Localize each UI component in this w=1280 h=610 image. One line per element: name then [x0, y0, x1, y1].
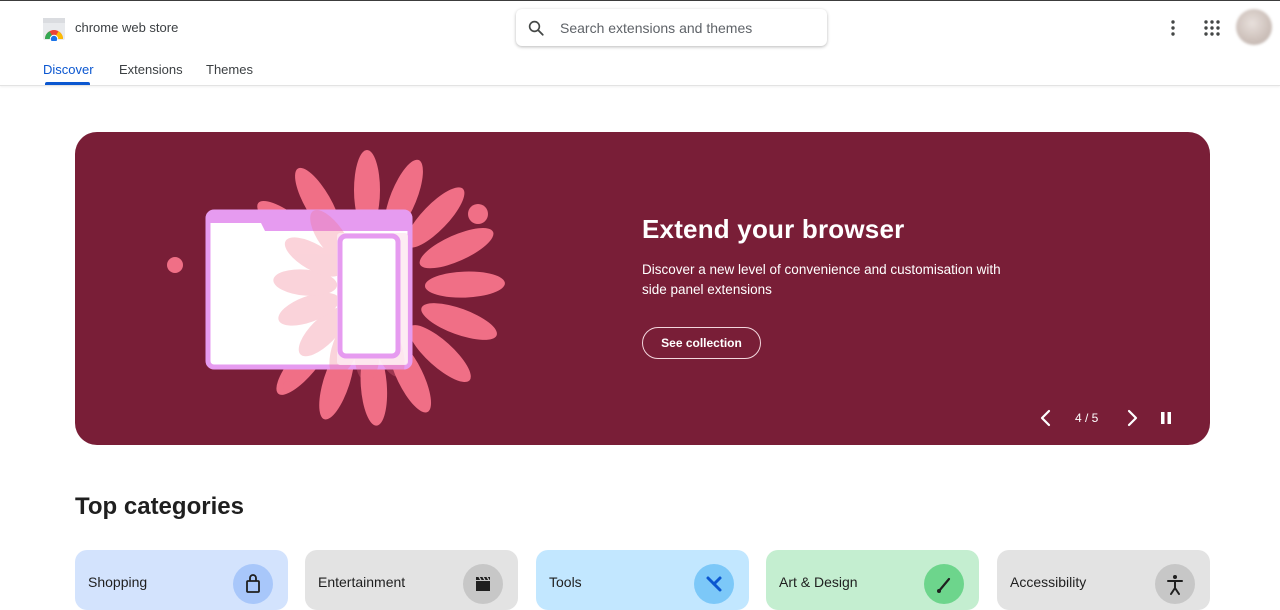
hero-description: Discover a new level of convenience and … [642, 262, 1001, 297]
pause-icon[interactable] [1158, 409, 1174, 427]
category-card-shopping[interactable]: Shopping [75, 550, 288, 610]
side-panel-illustration [167, 150, 505, 426]
search-icon [528, 20, 544, 36]
category-card-entertainment[interactable]: Entertainment [305, 550, 518, 610]
google-apps-icon[interactable] [1202, 18, 1222, 38]
carousel-counter: 4 / 5 [1075, 411, 1099, 425]
chrome-web-store-logo-icon[interactable] [42, 17, 66, 41]
category-card-tools[interactable]: Tools [536, 550, 749, 610]
category-label: Entertainment [318, 574, 406, 590]
more-options-icon[interactable] [1163, 18, 1183, 38]
category-card-art-design[interactable]: Art & Design [766, 550, 979, 610]
store-brand-name[interactable]: chrome web store [75, 20, 178, 35]
active-tab-indicator [45, 82, 90, 85]
tab-extensions[interactable]: Extensions [119, 62, 183, 77]
brush-icon [924, 564, 964, 604]
chevron-left-icon[interactable] [1037, 408, 1055, 428]
category-label: Accessibility [1010, 574, 1087, 590]
search-input[interactable] [558, 18, 802, 37]
tab-themes[interactable]: Themes [206, 62, 253, 77]
tab-discover[interactable]: Discover [43, 62, 94, 77]
account-avatar[interactable] [1236, 9, 1272, 45]
hero-title: Extend your browser [642, 214, 905, 244]
search-box[interactable] [516, 9, 827, 46]
chevron-right-icon[interactable] [1123, 408, 1141, 428]
category-label: Shopping [88, 574, 148, 590]
tools-icon [694, 564, 734, 604]
accessibility-icon [1155, 564, 1195, 604]
category-card-accessibility[interactable]: Accessibility [997, 550, 1210, 610]
top-categories-heading: Top categories [75, 493, 244, 520]
category-label: Art & Design [779, 574, 858, 590]
category-label: Tools [549, 574, 582, 590]
hero-carousel: Extend your browser Discover a new level… [75, 132, 1210, 445]
top-bar: chrome web store Discover Extensions The… [0, 1, 1280, 86]
see-collection-button[interactable]: See collection [642, 327, 761, 359]
shopping-bag-icon [233, 564, 273, 604]
clapperboard-icon [463, 564, 503, 604]
